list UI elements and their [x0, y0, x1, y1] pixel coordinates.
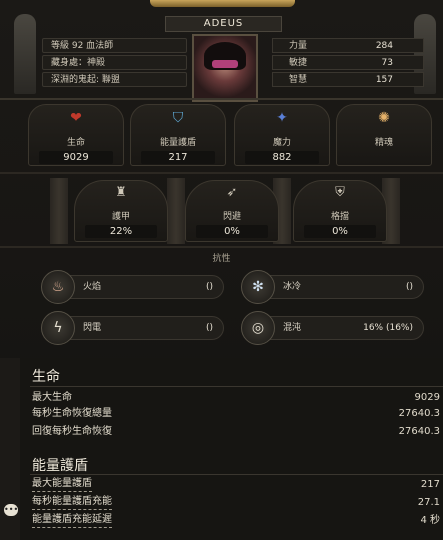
left-statue-decoration [14, 14, 36, 94]
heart-icon: ❤ [70, 110, 82, 126]
level-class-label: 等級 92 血法師 [42, 38, 187, 53]
defence-evasion[interactable]: ➶ 閃避 0% [185, 180, 279, 242]
life-row-regen[interactable]: 回復每秒生命恢復 27640.3 [32, 424, 443, 440]
stat-spirit[interactable]: ✺ 精魂 [336, 104, 432, 166]
character-portrait [192, 34, 258, 102]
attribute-intelligence[interactable]: 智慧 157 [272, 72, 424, 87]
life-row-max[interactable]: 最大生命 9029 [32, 390, 443, 406]
resistance-fire[interactable]: ♨ 火焰() [41, 270, 224, 304]
pillar-decoration [50, 178, 68, 244]
divider [0, 98, 443, 100]
defence-armour[interactable]: ♜ 護甲 22% [74, 180, 168, 242]
block-icon: ⛨ [335, 185, 345, 200]
stat-life[interactable]: ❤ 生命 9029 [28, 104, 124, 166]
resistance-chaos[interactable]: ◎ 混沌 16% (16%) [241, 311, 424, 345]
stat-energy-shield[interactable]: ⛉ 能量護盾 217 [130, 104, 226, 166]
divider [0, 172, 443, 174]
armour-icon: ♜ [115, 185, 127, 200]
divider [0, 246, 443, 248]
es-row-max[interactable]: 最大能量護盾 217 [32, 477, 443, 493]
resistance-lightning[interactable]: ϟ 閃電() [41, 311, 224, 345]
life-section-title: 生命 [32, 369, 60, 385]
stat-mana[interactable]: ✦ 魔力 882 [234, 104, 330, 166]
character-panel: ADEUS 等級 92 血法師 藏身處：神殿 深淵的鬼起: 聯盟 力量 284 敏… [0, 0, 443, 540]
guild-label: 深淵的鬼起: 聯盟 [42, 72, 187, 87]
attribute-strength[interactable]: 力量 284 [272, 38, 424, 53]
cold-icon: ✻ [241, 270, 275, 304]
mana-icon: ✦ [276, 110, 288, 126]
chat-bubble-icon[interactable]: ••• [4, 504, 18, 516]
pillar-decoration [167, 178, 185, 244]
spirit-icon: ✺ [378, 110, 390, 126]
resistance-cold[interactable]: ✻ 冰冷() [241, 270, 424, 304]
character-name: ADEUS [165, 16, 282, 32]
es-row-delay[interactable]: 能量護盾充能延遲 4 秒 [32, 513, 443, 529]
defence-block[interactable]: ⛨ 格擋 0% [293, 180, 387, 242]
attribute-dexterity[interactable]: 敏捷 73 [272, 55, 424, 70]
life-row-regen-total[interactable]: 每秒生命恢復總量 27640.3 [32, 406, 443, 422]
fire-icon: ♨ [41, 270, 75, 304]
lightning-icon: ϟ [41, 311, 75, 345]
evasion-icon: ➶ [226, 185, 238, 200]
panel-top-tab [150, 0, 295, 7]
hideout-label: 藏身處：神殿 [42, 55, 187, 70]
chaos-icon: ◎ [241, 311, 275, 345]
shield-icon: ⛉ [172, 110, 184, 126]
es-row-recharge[interactable]: 每秒能量護盾充能 27.1 [32, 495, 443, 511]
divider [30, 474, 443, 475]
divider [30, 386, 443, 387]
energy-shield-section-title: 能量護盾 [32, 458, 88, 474]
resistances-title: 抗性 [212, 254, 231, 264]
